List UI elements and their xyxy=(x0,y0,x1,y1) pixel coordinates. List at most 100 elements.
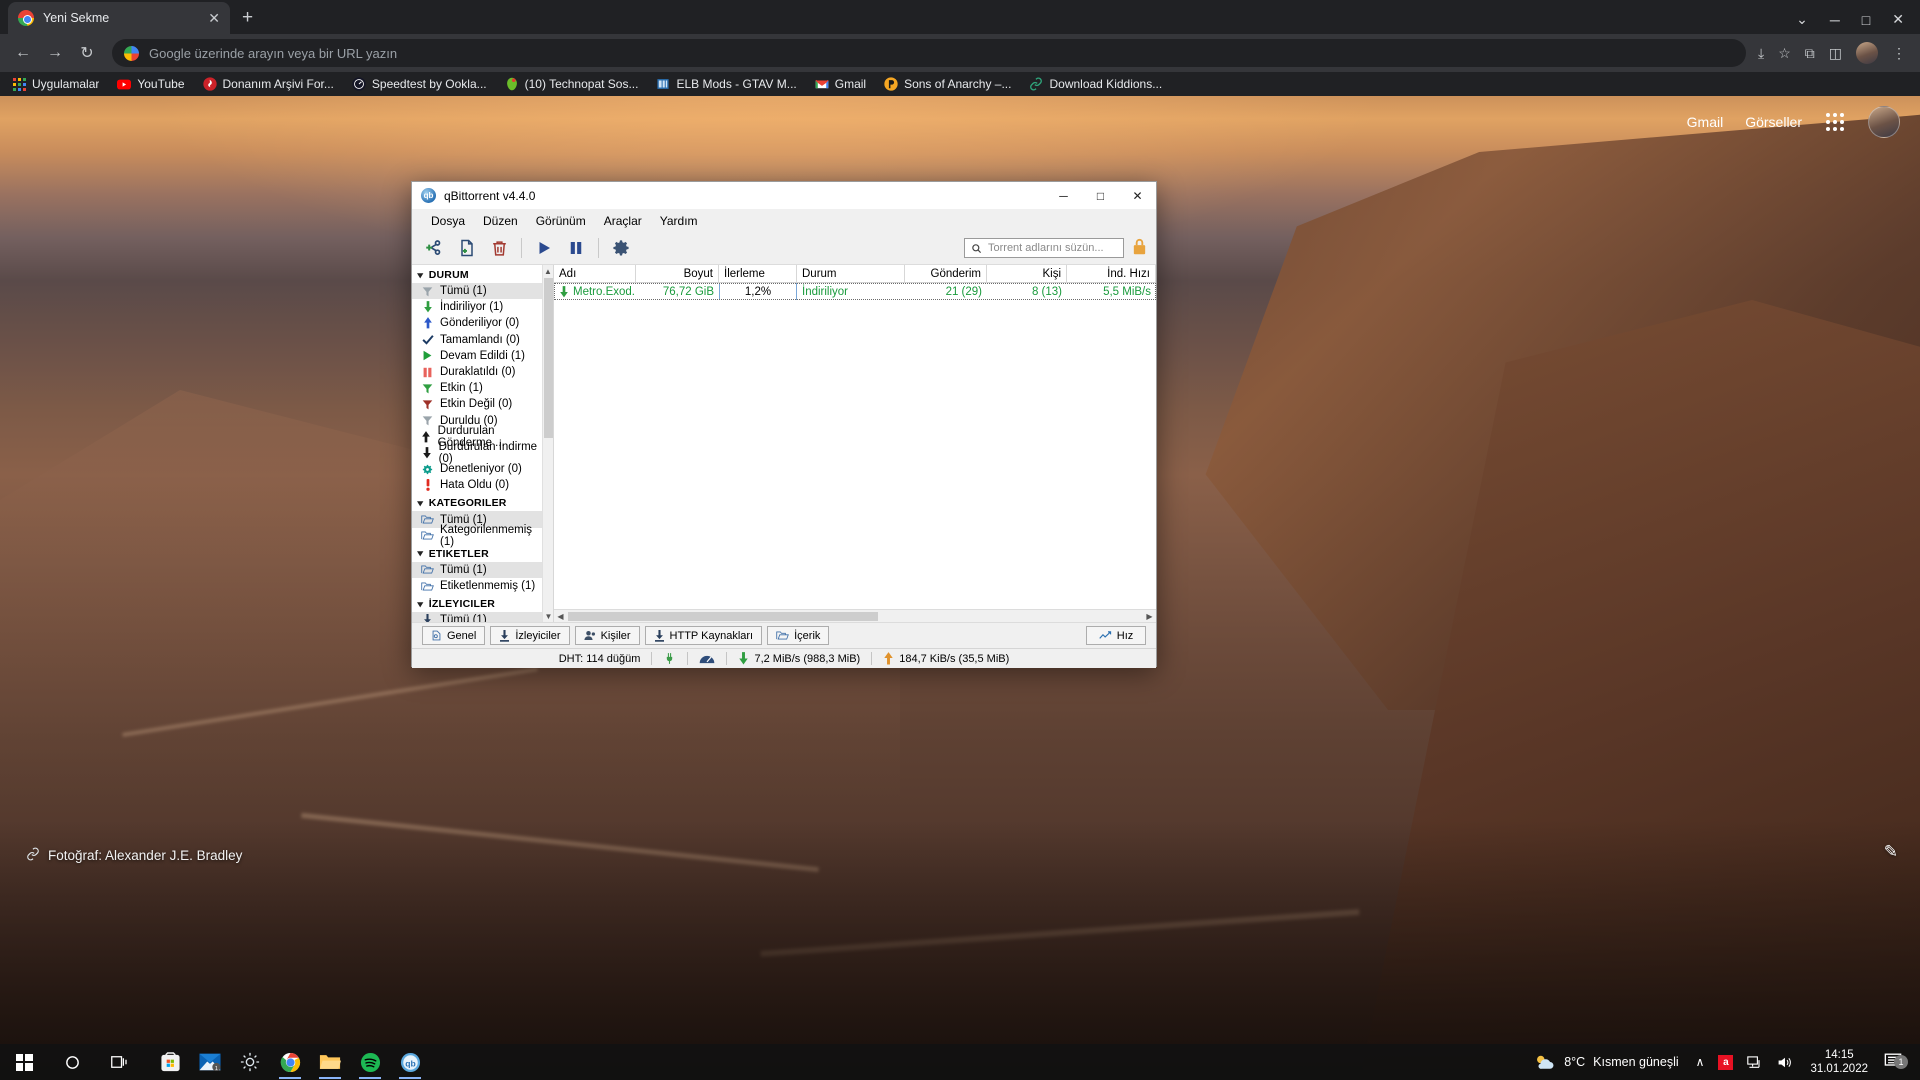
column-header-1[interactable]: Boyut xyxy=(636,265,719,282)
volume-icon[interactable] xyxy=(1770,1055,1800,1070)
taskbar-app-brightness[interactable] xyxy=(230,1044,270,1080)
sidebar-item-0-0[interactable]: Tümü (1) xyxy=(412,283,542,300)
browser-tab[interactable]: Yeni Sekme ✕ xyxy=(8,2,230,34)
hscrollbar-thumb[interactable] xyxy=(568,612,878,621)
detail-tab-1[interactable]: İzleyiciler xyxy=(490,626,570,645)
sidebar-item-0-6[interactable]: Etkin (1) xyxy=(412,380,542,396)
sidebar-item-0-2[interactable]: Gönderiliyor (0) xyxy=(412,315,542,331)
google-apps-icon[interactable] xyxy=(1824,111,1846,133)
column-header-0[interactable]: Adı xyxy=(554,265,636,282)
taskbar-app-spotify[interactable] xyxy=(350,1044,390,1080)
side-panel-icon[interactable]: ◫ xyxy=(1829,45,1842,62)
extensions-icon[interactable]: ⧉ xyxy=(1805,45,1815,62)
taskbar-app-qbittorrent[interactable]: qb xyxy=(390,1044,430,1080)
close-icon[interactable]: ✕ xyxy=(208,11,220,25)
sidebar-scrollbar[interactable]: ▲ ▼ xyxy=(542,265,553,622)
chevron-down-icon[interactable]: ▾ xyxy=(417,270,423,281)
taskbar-app-microsoft-store[interactable] xyxy=(150,1044,190,1080)
detail-tab-0[interactable]: Genel xyxy=(422,626,486,645)
bookmark-item-2[interactable]: Donanım Arşivi For... xyxy=(202,77,334,91)
add-torrent-file-button[interactable] xyxy=(452,234,482,262)
share-icon[interactable]: ⤓ xyxy=(1758,45,1764,62)
bookmark-item-0[interactable]: Uygulamalar xyxy=(12,77,99,91)
sidebar-group-durum[interactable]: ▾ DURUM xyxy=(412,265,542,283)
search-button[interactable] xyxy=(48,1044,96,1080)
profile-avatar[interactable] xyxy=(1856,42,1878,64)
column-header-6[interactable]: İnd. Hızı xyxy=(1067,265,1156,282)
bookmark-star-icon[interactable]: ☆ xyxy=(1778,45,1791,62)
pencil-icon[interactable]: ✎ xyxy=(1884,842,1898,862)
connection-status-icon[interactable] xyxy=(652,652,687,665)
sidebar-item-0-12[interactable]: Hata Oldu (0) xyxy=(412,477,542,493)
column-header-2[interactable]: İlerleme xyxy=(719,265,797,282)
preferences-button[interactable] xyxy=(606,234,636,262)
scroll-down-icon[interactable]: ▼ xyxy=(543,610,553,622)
qbt-minimize-button[interactable]: ─ xyxy=(1045,182,1082,210)
menu-item-2[interactable]: Görünüm xyxy=(527,212,595,230)
pause-button[interactable] xyxy=(561,234,591,262)
column-header-4[interactable]: Gönderim xyxy=(905,265,987,282)
chevron-down-icon[interactable]: ▾ xyxy=(417,498,423,509)
chevron-down-icon[interactable]: ▾ xyxy=(417,548,423,559)
chevron-down-icon[interactable]: ▾ xyxy=(417,599,423,610)
taskbar-app-file-explorer[interactable] xyxy=(310,1044,350,1080)
qbt-maximize-button[interactable]: □ xyxy=(1082,182,1119,210)
minimize-button[interactable]: ─ xyxy=(1830,12,1840,28)
clock[interactable]: 14:15 31.01.2022 xyxy=(1800,1048,1878,1077)
detail-tab-4[interactable]: İçerik xyxy=(767,626,830,645)
images-link[interactable]: Görseller xyxy=(1745,114,1802,130)
horizontal-scrollbar[interactable]: ◀ ▶ xyxy=(554,609,1156,622)
sidebar-item-1-1[interactable]: Kategorilenmemiş (1) xyxy=(412,524,542,548)
gmail-link[interactable]: Gmail xyxy=(1687,114,1724,130)
sidebar-item-0-1[interactable]: İndiriliyor (1) xyxy=(412,299,542,315)
scroll-up-icon[interactable]: ▲ xyxy=(543,265,553,277)
sidebar-item-3-0[interactable]: Tümü (1) xyxy=(412,612,542,622)
adobe-icon[interactable]: a xyxy=(1711,1054,1740,1070)
sidebar-item-0-4[interactable]: Devam Edildi (1) xyxy=(412,348,542,364)
detail-tab-2[interactable]: Kişiler xyxy=(574,626,640,645)
add-torrent-link-button[interactable] xyxy=(420,234,450,262)
speed-limit-icon[interactable] xyxy=(688,652,726,665)
maximize-button[interactable]: □ xyxy=(1862,12,1870,28)
sidebar-group-kategoriler[interactable]: ▾ KATEGORILER xyxy=(412,493,542,511)
bookmark-item-6[interactable]: Gmail xyxy=(815,77,866,91)
column-header-5[interactable]: Kişi xyxy=(987,265,1067,282)
bookmark-item-4[interactable]: (10) Technopat Sos... xyxy=(505,77,638,91)
bookmark-item-1[interactable]: YouTube xyxy=(117,77,185,91)
bookmark-item-7[interactable]: Sons of Anarchy –... xyxy=(884,77,1011,91)
new-tab-button[interactable]: + xyxy=(242,7,253,29)
taskbar-app-chrome[interactable] xyxy=(270,1044,310,1080)
qbt-close-button[interactable]: ✕ xyxy=(1119,182,1156,210)
action-center-button[interactable]: 1 xyxy=(1878,1052,1914,1072)
bookmark-item-3[interactable]: Speedtest by Ookla... xyxy=(352,77,487,91)
delete-button[interactable] xyxy=(484,234,514,262)
forward-button[interactable]: → xyxy=(42,44,68,62)
bookmark-item-5[interactable]: ELB Mods - GTAV M... xyxy=(656,77,797,91)
reload-button[interactable]: ↻ xyxy=(74,43,100,63)
weather-widget[interactable]: 8°C Kısmen güneşli xyxy=(1524,1053,1688,1071)
bookmark-item-8[interactable]: Download Kiddions... xyxy=(1029,77,1162,91)
sidebar-item-0-3[interactable]: Tamamlandı (0) xyxy=(412,332,542,348)
column-header-3[interactable]: Durum xyxy=(797,265,905,282)
task-view-button[interactable] xyxy=(96,1044,144,1080)
taskbar-app-mail[interactable]: 1 xyxy=(190,1044,230,1080)
sidebar-item-0-10[interactable]: Durdurulan İndirme (0) xyxy=(412,441,542,465)
search-input[interactable]: Torrent adlarını süzün... xyxy=(964,238,1124,258)
sidebar-item-2-0[interactable]: Tümü (1) xyxy=(412,561,542,578)
scroll-left-icon[interactable]: ◀ xyxy=(554,612,567,621)
menu-item-3[interactable]: Araçlar xyxy=(595,212,651,230)
sidebar-item-2-1[interactable]: Etiketlenmemiş (1) xyxy=(412,578,542,594)
tray-chevron-icon[interactable]: ∧ xyxy=(1689,1055,1712,1069)
menu-item-1[interactable]: Düzen xyxy=(474,212,527,230)
table-row[interactable]: Metro.Exod... 76,72 GiB 1,2% İndiriliyor 21 … xyxy=(554,283,1156,300)
speed-tab[interactable]: Hız xyxy=(1086,626,1146,645)
detail-tab-3[interactable]: HTTP Kaynakları xyxy=(644,626,763,645)
menu-item-0[interactable]: Dosya xyxy=(422,212,474,230)
menu-item-4[interactable]: Yardım xyxy=(651,212,707,230)
network-icon[interactable] xyxy=(1740,1055,1770,1070)
sidebar-group-i̇zleyiciler[interactable]: ▾ İZLEYICILER xyxy=(412,594,542,612)
browser-menu-icon[interactable]: ⋮ xyxy=(1892,45,1906,62)
scroll-right-icon[interactable]: ▶ xyxy=(1143,612,1156,621)
start-button[interactable] xyxy=(0,1044,48,1080)
scrollbar-thumb[interactable] xyxy=(544,278,553,438)
